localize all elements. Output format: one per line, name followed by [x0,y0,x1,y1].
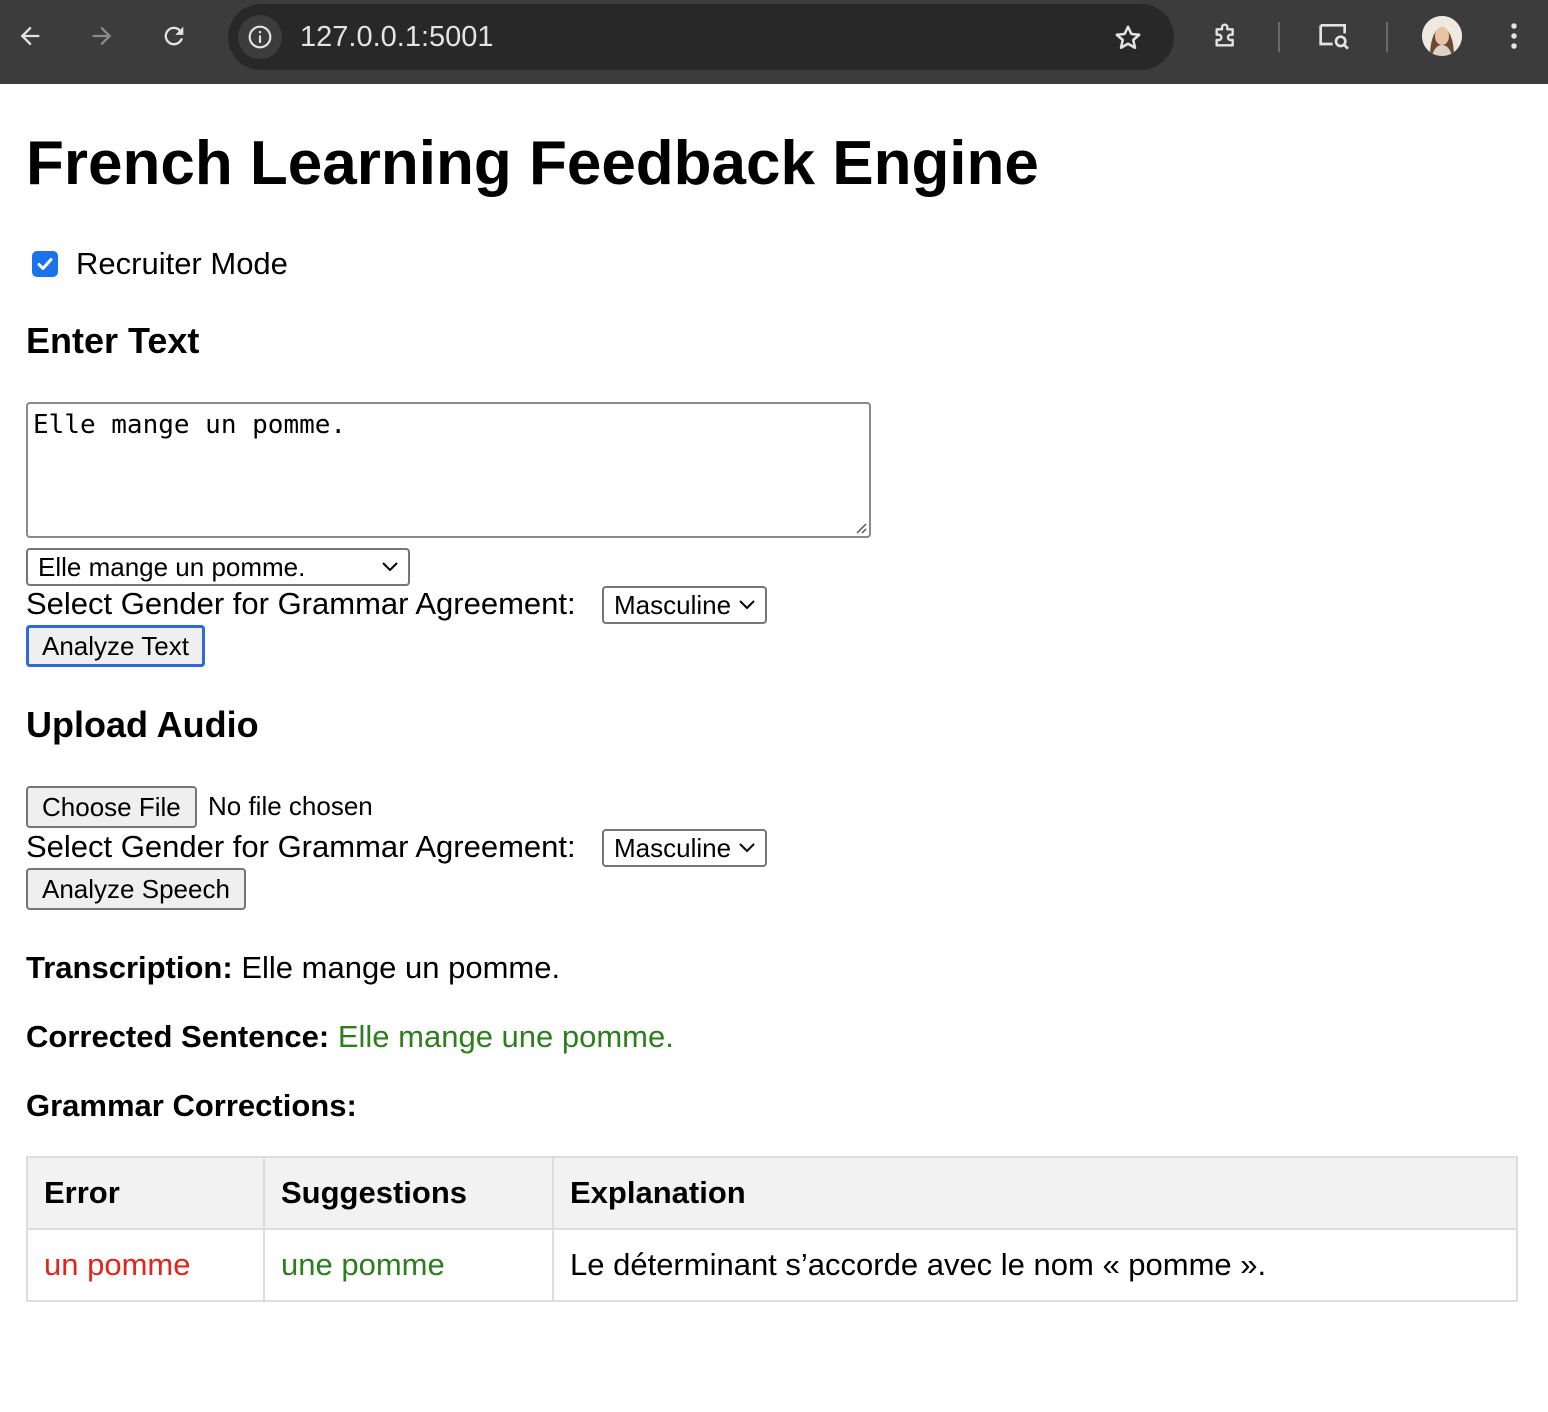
text-gender-select[interactable]: Masculine [602,586,767,624]
transcription-line: Transcription: Elle mange un pomme. [26,950,560,986]
table-row: un pomme une pomme Le déterminant s’acco… [26,1228,1518,1302]
corrected-sentence-value: Elle mange une pomme. [337,1019,674,1054]
header-suggestions: Suggestions [263,1156,554,1230]
grammar-corrections-heading: Grammar Corrections: [26,1088,357,1124]
info-icon [248,25,272,49]
sample-sentence-select[interactable]: Elle mange un pomme. [26,548,410,586]
audio-gender-value: Masculine [614,833,732,863]
enter-text-heading: Enter Text [26,320,200,361]
corrected-sentence-line: Corrected Sentence: Elle mange une pomme… [26,1019,674,1055]
arrow-right-icon [92,26,112,46]
page-title: French Learning Feedback Engine [26,129,1039,198]
puzzle-icon [1215,23,1234,47]
extensions-button[interactable] [1204,14,1248,58]
corrections-table: Error Suggestions Explanation un pomme u… [26,1156,1518,1302]
text-gender-label: Select Gender for Grammar Agreement: [26,586,576,621]
recruiter-mode-label: Recruiter Mode [76,246,288,281]
reload-button[interactable] [152,14,196,58]
browser-menu-button[interactable] [1492,14,1536,58]
text-input[interactable]: Elle mange un pomme. [26,402,871,538]
cell-error: un pomme [26,1228,265,1302]
header-explanation: Explanation [552,1156,1518,1230]
transcription-label: Transcription: [26,950,233,985]
profile-avatar[interactable] [1422,16,1462,56]
tab-search-button[interactable] [1312,14,1356,58]
chevron-down-icon [739,600,755,610]
chevron-down-icon [739,843,755,853]
toolbar-divider [1386,22,1388,52]
chevron-down-icon [382,562,398,572]
text-gender-value: Masculine [614,590,732,620]
avatar-icon [1422,16,1462,56]
site-info-button[interactable] [238,15,282,59]
header-error: Error [26,1156,265,1230]
table-header-row: Error Suggestions Explanation [26,1156,1518,1230]
more-vertical-icon [1511,23,1517,49]
audio-gender-label: Select Gender for Grammar Agreement: [26,829,576,864]
screen-search-icon [1319,24,1349,50]
corrected-sentence-label: Corrected Sentence: [26,1019,330,1054]
recruiter-mode-toggle[interactable]: Recruiter Mode [32,246,288,282]
sample-sentence-value: Elle mange un pomme. [38,552,306,582]
browser-toolbar: 127.0.0.1:5001 [0,0,1548,84]
star-icon [1115,25,1141,49]
reload-icon [164,26,184,46]
cell-explanation: Le déterminant s’accorde avec le nom « p… [552,1228,1518,1302]
arrow-left-icon [20,26,40,46]
forward-button[interactable] [80,14,124,58]
back-button[interactable] [8,14,52,58]
grammar-corrections-label: Grammar Corrections: [26,1088,357,1123]
toolbar-divider [1278,22,1280,52]
resize-grip-icon[interactable] [853,520,867,534]
choose-file-button[interactable]: Choose File [26,786,197,828]
cell-suggestion: une pomme [263,1228,554,1302]
checkmark-icon [37,258,53,270]
text-input-value: Elle mange un pomme. [33,410,347,440]
analyze-speech-button[interactable]: Analyze Speech [26,868,246,910]
recruiter-mode-checkbox[interactable] [32,251,58,277]
analyze-text-button[interactable]: Analyze Text [26,625,205,667]
file-status-text: No file chosen [208,791,373,821]
audio-gender-select[interactable]: Masculine [602,829,767,867]
bookmark-star-button[interactable] [1108,18,1148,58]
transcription-value: Elle mange un pomme. [241,950,561,985]
url-text[interactable]: 127.0.0.1:5001 [300,4,494,70]
upload-audio-heading: Upload Audio [26,704,259,745]
address-bar[interactable]: 127.0.0.1:5001 [228,4,1174,70]
